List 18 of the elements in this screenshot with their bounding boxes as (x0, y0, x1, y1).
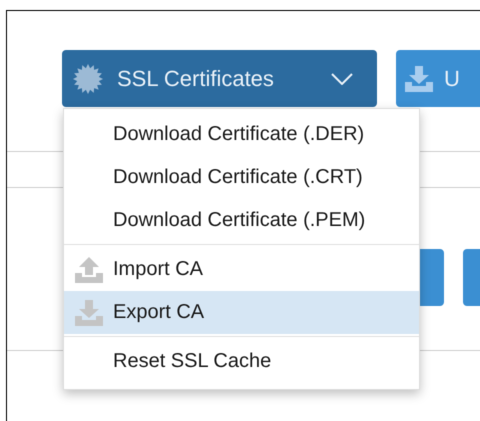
menu-item[interactable]: Download Certificate (.PEM) (64, 199, 419, 242)
menu-item[interactable]: Export CA (64, 291, 419, 334)
menu-item-label: Download Certificate (.CRT) (113, 166, 363, 189)
gear-icon (73, 64, 103, 94)
upload-icon (74, 256, 104, 284)
download-icon (404, 64, 434, 92)
menu-item-label: Download Certificate (.PEM) (113, 209, 366, 232)
chevron-down-icon (331, 72, 353, 84)
menu-item-label: Import CA (113, 258, 204, 281)
download-icon (74, 298, 104, 326)
menu-item-label: Reset SSL Cache (113, 350, 272, 373)
ssl-certificates-button[interactable]: SSL Certificates (62, 50, 377, 107)
menu-item-label: Download Certificate (.DER) (113, 123, 364, 146)
menu-item-label: Export CA (113, 301, 204, 324)
menu-item[interactable]: Import CA (64, 248, 419, 291)
menu-item[interactable]: Download Certificate (.DER) (64, 113, 419, 156)
menu-item[interactable]: Reset SSL Cache (64, 340, 419, 383)
menu-item[interactable]: Download Certificate (.CRT) (64, 156, 419, 199)
